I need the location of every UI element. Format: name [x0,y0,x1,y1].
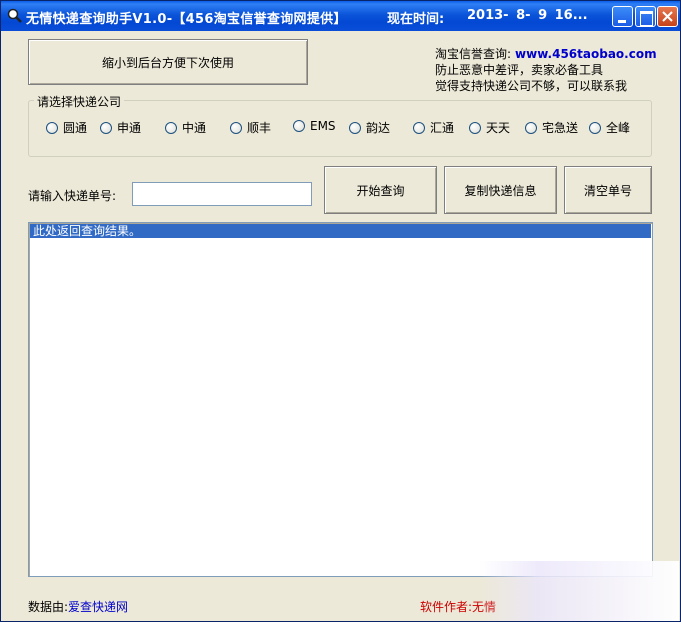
clear-number-button[interactable]: 清空单号 [564,166,652,214]
radio-circle-icon [525,121,537,134]
radio-circle-icon [413,121,425,134]
radio-huitong[interactable]: 汇通 [413,119,454,136]
data-source-link[interactable]: 爱查快递网 [68,600,128,614]
result-row[interactable]: 此处返回查询结果。 [30,224,651,238]
radio-circle-icon [293,120,305,132]
taobao-query-line: 淘宝信誉查询: www.456taobao.com [435,45,657,62]
close-icon [662,11,673,22]
result-listbox[interactable]: 此处返回查询结果。 [28,222,653,577]
minimize-window-button[interactable] [612,6,633,27]
data-source-label: 数据由: [28,600,69,614]
info-line-3: 觉得支持快递公司不够，可以联系我 [435,79,628,93]
time-value: 2013- 8- 9 16... [467,8,588,23]
title-bar[interactable]: 无情快递查询助手V1.0-【456淘宝信誉查询网提供】 现在时间: 2013- … [1,1,680,31]
radio-tiantian[interactable]: 天天 [469,119,510,136]
radio-circle-icon [230,121,242,134]
app-window: 无情快递查询助手V1.0-【456淘宝信誉查询网提供】 现在时间: 2013- … [0,0,681,622]
data-source-line: 数据由:爱查快递网 [28,598,128,615]
radio-circle-icon [100,121,112,134]
radio-circle-icon [46,121,58,134]
radio-circle-icon [469,121,481,134]
radio-yuantong[interactable]: 圆通 [46,119,87,136]
tracking-number-label: 请输入快递单号: [28,189,117,203]
radio-circle-icon [165,121,177,134]
taobao-query-label: 淘宝信誉查询: [435,47,512,61]
tracking-number-input[interactable] [132,182,312,206]
radio-zhongtong[interactable]: 中通 [165,119,206,136]
copy-info-button[interactable]: 复制快递信息 [444,166,557,214]
radio-circle-icon [349,121,361,134]
time-label: 现在时间: [387,12,445,27]
minimize-to-tray-button[interactable]: 缩小到后台方便下次使用 [28,39,308,85]
carrier-group-label: 请选择快递公司 [34,93,125,110]
radio-quanfeng[interactable]: 全峰 [589,119,630,136]
radio-yunda[interactable]: 韵达 [349,119,390,136]
close-window-button[interactable] [657,6,678,27]
radio-zhaijisong[interactable]: 宅急送 [525,119,578,136]
maximize-window-button[interactable] [635,6,656,27]
taobao-query-link[interactable]: www.456taobao.com [515,47,657,61]
radio-circle-icon [589,121,601,134]
window-title: 无情快递查询助手V1.0-【456淘宝信誉查询网提供】 [26,12,347,27]
start-query-button[interactable]: 开始查询 [324,166,437,214]
radio-shunfeng[interactable]: 顺丰 [230,119,271,136]
magnifier-icon [7,8,22,23]
info-line-2: 防止恶意中差评，卖家必备工具 [435,63,604,77]
watermark-overlay [479,561,679,621]
radio-ems[interactable]: EMS [293,119,336,133]
radio-shentong[interactable]: 申通 [100,119,141,136]
